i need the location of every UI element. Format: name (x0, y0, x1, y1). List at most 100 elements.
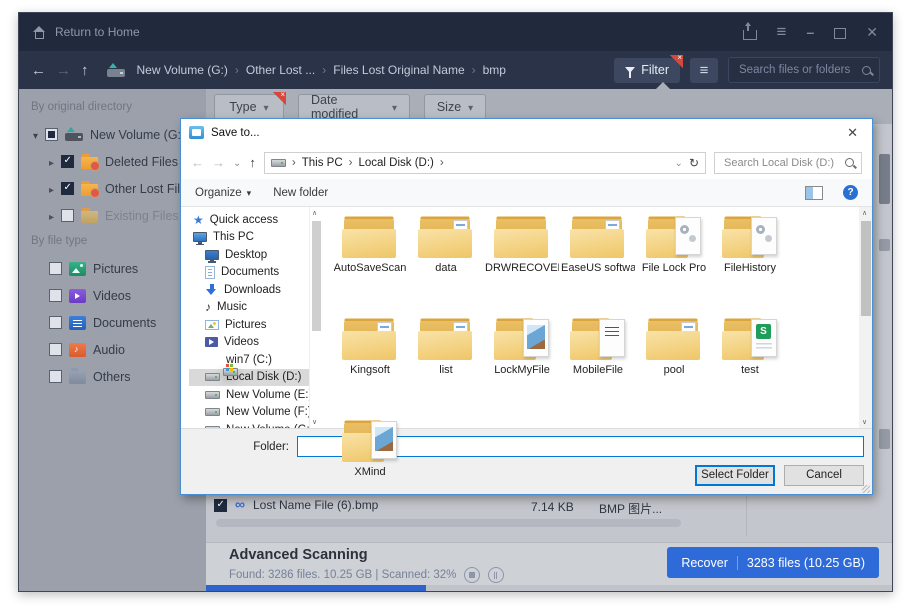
tree-item-new-volume-e[interactable]: New Volume (E:) (189, 386, 309, 404)
sidebar-item-videos[interactable]: Videos (19, 282, 206, 309)
folder-item-kingsoft[interactable]: Kingsoft (332, 315, 408, 417)
help-icon[interactable] (843, 185, 858, 200)
scrollbar-thumb[interactable] (860, 221, 871, 316)
filter-chip-date-modified[interactable]: Date modified (298, 93, 410, 121)
grid-scrollbar[interactable] (859, 207, 872, 428)
breadcrumb-item[interactable]: New Volume (G:) (137, 63, 228, 77)
horizontal-scrollbar[interactable] (216, 519, 681, 527)
forward-arrow-icon[interactable]: → (56, 63, 71, 78)
back-arrow-icon[interactable]: ← (31, 63, 46, 78)
dialog-close-button[interactable] (841, 125, 864, 141)
back-arrow-icon[interactable]: ← (191, 155, 204, 170)
folder-item-test[interactable]: test (712, 315, 788, 417)
scrollbar-thumb[interactable] (311, 221, 321, 331)
filter-chip-type[interactable]: Type (214, 90, 286, 120)
filter-button[interactable]: Filter (614, 53, 683, 83)
sidebar-item-new-volume-g[interactable]: New Volume (G:) (19, 121, 206, 148)
checkbox-unchecked[interactable] (49, 316, 62, 329)
breadcrumb-item[interactable]: bmp (483, 63, 506, 77)
tree-item-videos[interactable]: Videos (189, 334, 309, 352)
tree-item-local-disk-d[interactable]: Local Disk (D:) (189, 368, 309, 386)
checkbox-partial[interactable] (45, 128, 59, 141)
folder-item-drwrecover[interactable]: DRWRECOVER (484, 213, 560, 315)
search-icon[interactable] (845, 158, 854, 167)
sidebar-item-others[interactable]: Others 2 (19, 363, 206, 390)
recover-button[interactable]: Recover 3283 files (10.25 GB) (667, 547, 879, 578)
tree-item-music[interactable]: Music (189, 299, 309, 317)
filter-badge[interactable] (670, 53, 683, 68)
export-icon[interactable] (742, 21, 757, 40)
folder-item-lockmyfile[interactable]: LockMyFile (484, 315, 560, 417)
view-mode-icon[interactable] (805, 185, 823, 200)
sidebar-item-other-lost-files[interactable]: Other Lost Files (19, 175, 206, 202)
expand-icon[interactable] (49, 209, 54, 223)
tree-item-quick-access[interactable]: Quick access (189, 211, 309, 229)
expand-icon[interactable] (49, 182, 54, 196)
breadcrumb-item[interactable]: Files Lost Original Name (333, 63, 464, 77)
folder-item-mobilefile[interactable]: MobileFile (560, 315, 636, 417)
folder-item-list[interactable]: list (408, 315, 484, 417)
close-button[interactable] (866, 25, 878, 39)
forward-arrow-icon[interactable]: → (212, 155, 225, 170)
up-arrow-icon[interactable]: ↑ (81, 63, 89, 78)
maximize-button[interactable] (834, 27, 847, 39)
checkbox-checked[interactable] (214, 498, 227, 512)
checkbox-unchecked[interactable] (49, 289, 62, 302)
minimize-button[interactable] (806, 25, 814, 39)
filter-chip-size[interactable]: Size (424, 93, 486, 120)
tree-item-this-pc[interactable]: This PC (189, 229, 309, 247)
tree-item-win7-c[interactable]: win7 (C:) (189, 351, 309, 376)
scrollbar-mark (879, 239, 890, 251)
menu-icon[interactable] (777, 25, 787, 39)
checkbox-unchecked[interactable] (61, 209, 75, 222)
up-arrow-icon[interactable]: ↑ (249, 155, 256, 170)
sidebar-item-label: Existing Files (105, 208, 179, 223)
history-chevron-icon[interactable] (233, 157, 241, 169)
tree-item-downloads[interactable]: Downloads (189, 281, 309, 299)
view-list-button[interactable]: ≡ (690, 57, 718, 83)
expand-icon[interactable] (49, 155, 54, 169)
resize-grip[interactable] (862, 485, 870, 493)
expand-open-icon[interactable] (33, 128, 38, 142)
address-crumb[interactable]: This PC (302, 157, 343, 169)
sidebar-item-existing-files[interactable]: Existing Files (19, 202, 206, 229)
type-filter-badge[interactable] (273, 90, 286, 105)
checkbox-unchecked[interactable] (49, 370, 62, 383)
refresh-icon[interactable] (689, 156, 699, 170)
sidebar-item-documents[interactable]: Documents (19, 309, 206, 336)
tree-item-new-volume-g[interactable]: New Volume (G:) (189, 421, 309, 428)
folder-item-filehistory[interactable]: FileHistory (712, 213, 788, 315)
tree-item-pictures[interactable]: Pictures (189, 316, 309, 334)
sidebar-item-audio[interactable]: Audio (19, 336, 206, 363)
search-icon[interactable] (862, 65, 871, 75)
address-bar[interactable]: This PC Local Disk (D:) (263, 151, 706, 174)
folder-item-pool[interactable]: pool (636, 315, 712, 417)
scrollbar-thumb[interactable] (879, 154, 890, 204)
stop-scan-button[interactable] (464, 567, 481, 583)
checkbox-unchecked[interactable] (49, 262, 62, 275)
tree-item-desktop[interactable]: Desktop (189, 246, 309, 264)
folder-item-easeus-software[interactable]: EaseUS software (560, 213, 636, 315)
search-input[interactable] (737, 63, 856, 77)
tree-scrollbar[interactable] (309, 207, 322, 428)
sidebar-item-pictures[interactable]: Pictures (19, 255, 206, 282)
new-folder-button[interactable]: New folder (273, 187, 328, 199)
address-crumb[interactable]: Local Disk (D:) (358, 157, 433, 169)
checkbox-checked[interactable] (61, 155, 75, 168)
folder-item-autosavescan[interactable]: AutoSaveScan (332, 213, 408, 315)
select-folder-button[interactable]: Select Folder (695, 465, 775, 486)
tree-item-documents[interactable]: Documents (189, 264, 309, 282)
checkbox-unchecked[interactable] (49, 343, 62, 356)
organize-menu[interactable]: Organize (195, 187, 251, 199)
breadcrumb-item[interactable]: Other Lost ... (246, 63, 315, 77)
sidebar-item-deleted-files[interactable]: Deleted Files (19, 148, 206, 175)
address-dropdown-icon[interactable] (675, 157, 683, 169)
checkbox-checked[interactable] (61, 182, 75, 195)
cancel-button[interactable]: Cancel (784, 465, 864, 486)
pause-scan-button[interactable] (488, 567, 505, 583)
return-home-button[interactable]: Return to Home (33, 25, 140, 39)
tree-item-new-volume-f[interactable]: New Volume (F:) (189, 404, 309, 422)
dialog-search-input[interactable] (722, 155, 839, 170)
folder-item-data[interactable]: data (408, 213, 484, 315)
folder-item-file-lock-pro[interactable]: File Lock Pro (636, 213, 712, 315)
